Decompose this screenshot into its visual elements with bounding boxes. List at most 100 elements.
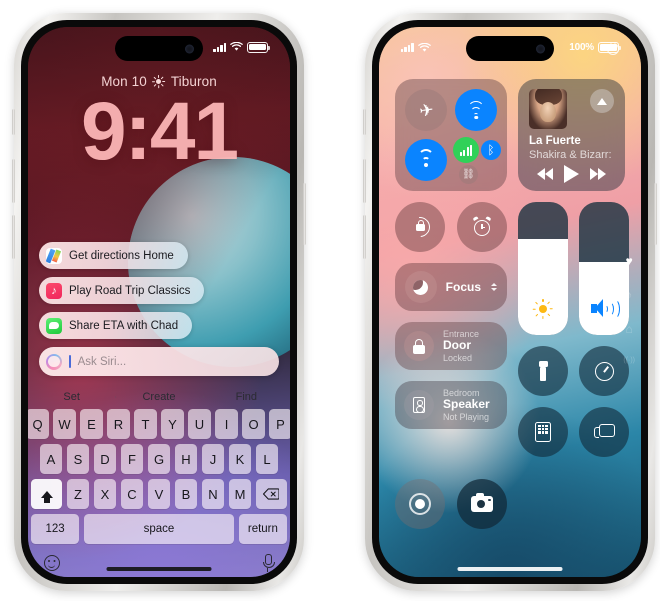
backspace-key[interactable] (255, 479, 287, 509)
side-power-button[interactable] (303, 183, 306, 245)
volume-down-button[interactable] (363, 215, 366, 259)
key-j[interactable]: J (201, 444, 225, 474)
key-c[interactable]: C (120, 479, 144, 509)
home-indicator[interactable] (106, 567, 212, 571)
now-playing-title: La Fuerte (529, 135, 581, 147)
connectivity-module[interactable]: ᛒ ⛓ (395, 79, 507, 191)
heart-icon[interactable]: ♥ (626, 255, 633, 267)
suggestion-set[interactable]: Set (28, 391, 115, 403)
sunny-icon (152, 74, 166, 89)
key-v[interactable]: V (147, 479, 171, 509)
numbers-key[interactable]: 123 (31, 514, 80, 544)
front-camera-icon (536, 44, 545, 53)
lock-toggle-circle[interactable] (404, 331, 434, 361)
key-h[interactable]: H (174, 444, 198, 474)
screenshot-stage: Mon 10 Tiburon 9:41 Get directions Home (0, 0, 660, 601)
device-bezel: 100% ♥ ♪ ⌂ ((·)) ✈ ᛒ ⛓ La Fuerte Shakira… (372, 20, 648, 584)
wifi-toggle[interactable] (405, 139, 447, 181)
siri-suggestion-chip[interactable]: Play Road Trip Classics (39, 277, 205, 304)
key-w[interactable]: W (53, 409, 76, 439)
calculator-button[interactable] (518, 407, 568, 457)
key-k[interactable]: K (228, 444, 252, 474)
personal-hotspot-toggle[interactable]: ⛓ (459, 165, 478, 184)
airplane-mode-toggle[interactable] (405, 89, 447, 131)
dynamic-island[interactable] (115, 36, 203, 61)
key-l[interactable]: L (255, 444, 279, 474)
keyboard-bottom-bar (28, 553, 290, 577)
lock-date-text: Mon 10 (101, 74, 147, 89)
focus-toggle-circle[interactable] (405, 271, 437, 303)
key-e[interactable]: E (80, 409, 103, 439)
key-b[interactable]: B (174, 479, 198, 509)
focus-control[interactable]: Focus (395, 263, 507, 311)
side-power-button[interactable] (654, 183, 657, 245)
return-key[interactable]: return (238, 514, 287, 544)
key-u[interactable]: U (188, 409, 211, 439)
key-y[interactable]: Y (161, 409, 184, 439)
home-icon[interactable]: ⌂ (626, 323, 633, 335)
music-note-icon[interactable]: ♪ (626, 289, 632, 301)
key-p[interactable]: P (269, 409, 290, 439)
key-t[interactable]: T (134, 409, 157, 439)
volume-up-button[interactable] (12, 159, 15, 203)
screen-record-button[interactable] (395, 479, 445, 529)
shift-key[interactable] (31, 479, 63, 509)
key-n[interactable]: N (201, 479, 225, 509)
airdrop-toggle[interactable] (455, 89, 497, 131)
connectivity-icon[interactable]: ((·)) (623, 357, 635, 364)
home-indicator[interactable] (457, 567, 563, 571)
key-s[interactable]: S (66, 444, 90, 474)
volume-slider[interactable] (579, 202, 629, 335)
home-tile-speaker[interactable]: Bedroom Speaker Not Playing (395, 381, 507, 429)
timer-button[interactable] (579, 346, 629, 396)
keyboard-row-1: Q W E R T Y U I O P (28, 409, 290, 439)
volume-down-button[interactable] (12, 215, 15, 259)
key-d[interactable]: D (93, 444, 117, 474)
key-q[interactable]: Q (28, 409, 49, 439)
airplane-icon (417, 101, 436, 120)
key-i[interactable]: I (215, 409, 238, 439)
home-tile-door[interactable]: Entrance Door Locked (395, 322, 507, 370)
flashlight-button[interactable] (518, 346, 568, 396)
key-m[interactable]: M (228, 479, 252, 509)
action-button[interactable] (363, 109, 366, 135)
space-key[interactable]: space (83, 514, 235, 544)
screen-mirroring-button[interactable] (579, 407, 629, 457)
alarm-timer-toggle[interactable] (457, 202, 507, 252)
speaker-toggle-circle[interactable] (404, 390, 434, 420)
dynamic-island[interactable] (466, 36, 554, 61)
microphone-icon[interactable] (261, 554, 275, 572)
brightness-icon-wrap (518, 298, 568, 319)
emoji-smiley-icon[interactable] (44, 554, 60, 571)
cc-utility-row-1 (518, 346, 629, 396)
key-r[interactable]: R (107, 409, 130, 439)
screen-record-icon (409, 493, 431, 515)
suggestion-create[interactable]: Create (115, 391, 202, 403)
fast-forward-icon[interactable] (589, 168, 606, 180)
airplay-icon[interactable] (590, 89, 614, 113)
volume-up-button[interactable] (363, 159, 366, 203)
speaker-icon (413, 397, 425, 414)
bluetooth-toggle[interactable]: ᛒ (481, 140, 501, 160)
key-a[interactable]: A (39, 444, 63, 474)
key-x[interactable]: X (93, 479, 117, 509)
brightness-slider[interactable] (518, 202, 568, 335)
cellular-data-toggle[interactable] (453, 137, 479, 163)
siri-suggestion-chip[interactable]: Get directions Home (39, 242, 188, 269)
rotation-lock-toggle[interactable] (395, 202, 445, 252)
ask-siri-input[interactable]: Ask Siri... (39, 347, 279, 376)
calculator-icon (535, 422, 551, 442)
key-f[interactable]: F (120, 444, 144, 474)
key-z[interactable]: Z (66, 479, 90, 509)
suggestion-find[interactable]: Find (202, 391, 290, 403)
action-button[interactable] (12, 109, 15, 135)
chevron-expand-icon[interactable] (491, 283, 497, 291)
key-g[interactable]: G (147, 444, 171, 474)
home-tile-status: Not Playing (443, 411, 490, 422)
camera-button[interactable] (457, 479, 507, 529)
key-o[interactable]: O (242, 409, 265, 439)
rewind-icon[interactable] (537, 168, 554, 180)
play-icon[interactable] (563, 165, 579, 183)
now-playing-module[interactable]: La Fuerte Shakira & Bizarr: (518, 79, 625, 191)
siri-suggestion-chip[interactable]: Share ETA with Chad (39, 312, 193, 339)
